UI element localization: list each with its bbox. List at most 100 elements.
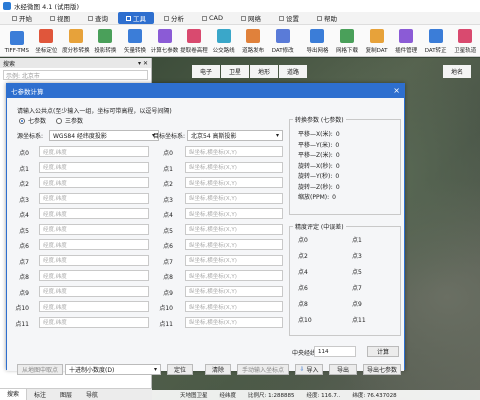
- target-coord-input[interactable]: 纵坐标,横坐标(X,Y): [185, 177, 283, 188]
- locate-button[interactable]: 定位: [167, 364, 193, 375]
- ribbon-label: 提取卷高程: [180, 48, 208, 54]
- source-coord-input[interactable]: 经度,纬度: [39, 223, 149, 235]
- map-tab[interactable]: 地形: [250, 65, 279, 78]
- source-coord-input[interactable]: 经度,纬度: [39, 177, 149, 188]
- tool-icon: [275, 29, 290, 43]
- dms-format-select[interactable]: 十进制小数度(D) ▾: [65, 364, 161, 375]
- export-params-button[interactable]: 导出七参数: [363, 364, 401, 375]
- app-logo-icon: [3, 2, 11, 10]
- radio-three-param[interactable]: 三参数: [56, 116, 83, 125]
- target-coord-input[interactable]: 纵坐标,横坐标(X,Y): [185, 208, 283, 219]
- ribbon-label: 网格下载: [336, 48, 359, 54]
- target-coord-input[interactable]: 纵坐标,横坐标(X,Y): [185, 161, 283, 173]
- ribbon-button[interactable]: DAT修改: [268, 26, 298, 56]
- left-tab[interactable]: 图层: [53, 390, 79, 399]
- ribbon-button[interactable]: 公交路线: [209, 26, 239, 56]
- source-coord-input[interactable]: 经度,纬度: [39, 146, 149, 157]
- import-label: 导入: [306, 367, 319, 374]
- ribbon-label: 公交路线: [212, 48, 235, 54]
- ribbon-button[interactable]: 矢量转换: [120, 26, 150, 56]
- source-coord-input[interactable]: 经度,纬度: [39, 301, 149, 312]
- manual-input-button[interactable]: 手动输入坐标点: [237, 364, 289, 375]
- map-tab-placename[interactable]: 地名: [442, 65, 471, 78]
- source-cs-select[interactable]: WGS84 经纬度投影 ▾: [49, 130, 159, 141]
- target-coord-input[interactable]: 纵坐标,横坐标(X,Y): [185, 316, 283, 328]
- point-label: 点8: [163, 274, 173, 281]
- calculate-button[interactable]: 计算: [367, 346, 399, 357]
- tool-icon: [428, 29, 443, 43]
- menu-item[interactable]: 工具: [118, 12, 154, 24]
- meridian-input[interactable]: 114: [314, 346, 356, 357]
- ribbon-button[interactable]: 度分秒转换: [61, 26, 91, 56]
- left-tab[interactable]: 搜索: [0, 388, 28, 400]
- pick-from-map-button[interactable]: 从地图中取点: [17, 364, 63, 375]
- source-coord-input[interactable]: 经度,纬度: [39, 285, 149, 297]
- menu-item[interactable]: 帮助: [309, 12, 345, 24]
- menu-item[interactable]: 分析: [156, 12, 192, 24]
- left-panel-header: 搜索 ▾ ✕: [0, 58, 151, 68]
- clear-button[interactable]: 清除: [205, 364, 231, 375]
- ribbon-button[interactable]: 计算七参数: [150, 26, 180, 56]
- source-coord-input[interactable]: 经度,纬度: [39, 192, 149, 204]
- param-value: 0: [332, 194, 336, 201]
- close-icon[interactable]: ×: [393, 87, 400, 95]
- point-label: 点3: [163, 196, 173, 204]
- ribbon-button[interactable]: 插件管理: [391, 26, 421, 56]
- target-coord-input[interactable]: 纵坐标,横坐标(X,Y): [185, 270, 283, 281]
- menu-item[interactable]: 查询: [80, 12, 116, 24]
- ribbon-label: 导出网格: [306, 48, 329, 54]
- map-tab[interactable]: 卫星: [221, 65, 250, 78]
- source-coord-input[interactable]: 经度,纬度: [39, 208, 149, 219]
- menu-label: 网络: [248, 15, 261, 23]
- target-cs-select[interactable]: 北京54 高斯投影 ▾: [187, 130, 283, 141]
- target-coord-input[interactable]: 纵坐标,横坐标(X,Y): [185, 239, 283, 250]
- ribbon-button[interactable]: 复制DAT: [362, 26, 392, 56]
- panel-pin-icon[interactable]: ▾ ✕: [138, 60, 148, 67]
- target-coord-input[interactable]: 纵坐标,横坐标(X,Y): [185, 301, 283, 312]
- source-coord-input[interactable]: 经度,纬度: [39, 270, 149, 281]
- ribbon-button[interactable]: 投影转换: [91, 26, 121, 56]
- target-coord-input[interactable]: 纵坐标,横坐标(X,Y): [185, 254, 283, 266]
- dialog-title-bar: 七参数计算 ×: [7, 84, 404, 98]
- search-input[interactable]: 示例: 北京市: [3, 70, 148, 80]
- source-coord-input[interactable]: 经度,纬度: [39, 316, 149, 328]
- source-placeholder: 经度,纬度: [43, 227, 67, 233]
- left-tab[interactable]: 标注: [27, 390, 53, 399]
- menu-item[interactable]: CAD: [194, 13, 231, 23]
- ribbon-label: 道路发布: [242, 48, 265, 54]
- menu-item[interactable]: 开始: [4, 12, 40, 24]
- target-coord-input[interactable]: 纵坐标,横坐标(X,Y): [185, 146, 283, 157]
- radio-seven-param[interactable]: 七参数: [19, 116, 46, 125]
- map-tab[interactable]: 道路: [279, 65, 308, 78]
- menu-item[interactable]: 设置: [271, 12, 307, 24]
- export-button[interactable]: 导出: [329, 364, 357, 375]
- point-label: 点5: [19, 227, 29, 235]
- ribbon-button[interactable]: 导出网格: [303, 26, 333, 56]
- ribbon-button[interactable]: TIFF-TMS: [2, 26, 32, 56]
- left-tab[interactable]: 导航: [79, 390, 105, 399]
- ribbon-label: 坐标定位: [35, 48, 58, 54]
- target-placeholder: 纵坐标,横坐标(X,Y): [189, 165, 237, 171]
- ribbon-label: DAT转正: [424, 48, 447, 54]
- ribbon-button[interactable]: DAT转正: [421, 26, 451, 56]
- ribbon-button[interactable]: 坐标定位: [32, 26, 62, 56]
- accuracy-label: 点7: [352, 285, 362, 292]
- target-coord-input[interactable]: 纵坐标,横坐标(X,Y): [185, 192, 283, 204]
- source-coord-input[interactable]: 经度,纬度: [39, 161, 149, 173]
- menu-item[interactable]: 网络: [233, 12, 269, 24]
- source-placeholder: 经度,纬度: [43, 180, 67, 187]
- ribbon-label: 投影转换: [94, 48, 117, 54]
- menu-label: 开始: [19, 15, 32, 23]
- source-placeholder: 经度,纬度: [43, 211, 67, 218]
- map-tab[interactable]: 电子: [192, 65, 221, 78]
- import-button[interactable]: ⇩ 导入: [295, 364, 323, 375]
- target-coord-input[interactable]: 纵坐标,横坐标(X,Y): [185, 285, 283, 297]
- source-coord-input[interactable]: 经度,纬度: [39, 239, 149, 250]
- ribbon-button[interactable]: 道路发布: [238, 26, 268, 56]
- ribbon-button[interactable]: 网格下载: [332, 26, 362, 56]
- source-coord-input[interactable]: 经度,纬度: [39, 254, 149, 266]
- ribbon-button[interactable]: 卫星轨道: [450, 26, 480, 56]
- ribbon-button[interactable]: 提取卷高程: [179, 26, 209, 56]
- target-coord-input[interactable]: 纵坐标,横坐标(X,Y): [185, 223, 283, 235]
- menu-item[interactable]: 视图: [42, 12, 78, 24]
